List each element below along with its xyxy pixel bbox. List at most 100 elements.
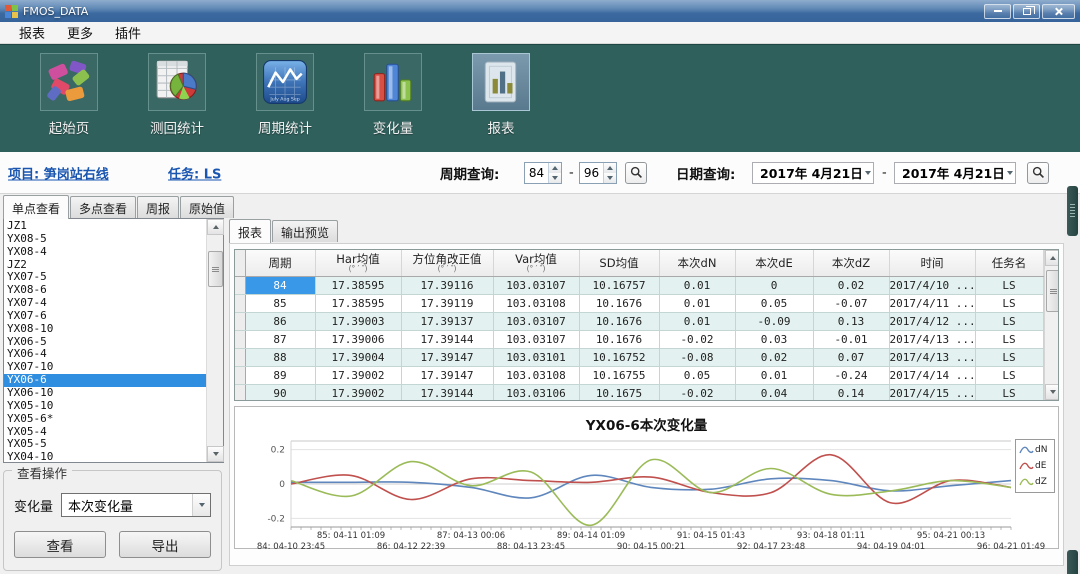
table-row[interactable]: 8617.3900317.39137103.0310710.16760.01-0…	[235, 312, 1043, 330]
toolbar-button-label: 报表	[468, 117, 534, 137]
svg-text:93: 04-18 01:11: 93: 04-18 01:11	[797, 531, 865, 541]
list-item[interactable]: YX04-10	[4, 451, 206, 462]
list-item[interactable]: YX07-6	[4, 310, 206, 323]
list-item[interactable]: YX07-4	[4, 297, 206, 310]
scroll-down-icon[interactable]	[1045, 384, 1060, 400]
cell: 2017/4/13 ...	[889, 330, 975, 348]
date-from-picker[interactable]: 2017年 4月21日	[752, 162, 874, 184]
project-link[interactable]: 项目: 笋岗站右线	[8, 163, 109, 182]
table-row[interactable]: 8917.3900217.39147103.0310810.167550.050…	[235, 366, 1043, 384]
variation-combo[interactable]: 本次变化量	[61, 493, 211, 517]
list-item[interactable]: YX08-4	[4, 246, 206, 259]
chevron-down-icon[interactable]	[192, 494, 210, 516]
table-row[interactable]: 8517.3859517.39119103.0310810.16760.010.…	[235, 294, 1043, 312]
tab-left-0[interactable]: 单点查看	[3, 195, 69, 219]
tab-left-2[interactable]: 周报	[137, 196, 179, 218]
cell: 103.03108	[493, 294, 579, 312]
toolbar-button-variation[interactable]: 变化量	[360, 53, 426, 137]
toolbar-button-cycle-stats[interactable]: July Aug Sep周期统计	[252, 53, 318, 137]
column-header-6[interactable]: 本次dE	[735, 250, 813, 276]
table-row[interactable]: 8717.3900617.39144103.0310710.1676-0.020…	[235, 330, 1043, 348]
scroll-down-icon[interactable]	[207, 446, 224, 462]
close-button[interactable]	[1042, 4, 1075, 19]
list-item[interactable]: YX05-10	[4, 400, 206, 413]
cell: 17.39002	[315, 366, 401, 384]
spin-up-icon[interactable]	[549, 163, 561, 173]
legend-line-icon	[1019, 445, 1034, 455]
column-header-8[interactable]: 时间	[889, 250, 975, 276]
list-item[interactable]: YX08-10	[4, 323, 206, 336]
cell: 0.14	[813, 384, 889, 401]
splitter-handle-bottom[interactable]	[1067, 550, 1078, 574]
cell: -0.02	[659, 330, 735, 348]
table-row[interactable]: 8817.3900417.39147103.0310110.16752-0.08…	[235, 348, 1043, 366]
spin-up-icon[interactable]	[604, 163, 616, 173]
menu-item-2[interactable]: 插件	[104, 21, 152, 44]
cell: 17.38595	[315, 294, 401, 312]
table-scrollbar[interactable]	[1044, 250, 1059, 400]
cell: 10.16752	[579, 348, 659, 366]
cycle-search-button[interactable]	[625, 162, 647, 184]
menu-item-1[interactable]: 更多	[56, 21, 104, 44]
task-link[interactable]: 任务: LS	[168, 163, 221, 182]
column-header-0[interactable]: 周期	[245, 250, 315, 276]
export-button[interactable]: 导出	[119, 531, 211, 558]
cell: 0.01	[659, 312, 735, 330]
menu-item-0[interactable]: 报表	[8, 21, 56, 44]
date-search-button[interactable]	[1027, 162, 1049, 184]
list-item[interactable]: YX05-6*	[4, 413, 206, 426]
tab-right-0[interactable]: 报表	[229, 219, 271, 243]
svg-text:89: 04-14 01:09: 89: 04-14 01:09	[557, 531, 625, 541]
column-header-1[interactable]: Har均值(° ′ ″)	[315, 250, 401, 276]
date-to-picker[interactable]: 2017年 4月21日	[894, 162, 1016, 184]
start-page-icon	[40, 53, 98, 111]
toolbar-button-round-stats[interactable]: 测回统计	[144, 53, 210, 137]
column-header-3[interactable]: Var均值(° ′ ″)	[493, 250, 579, 276]
panel-splitter-handle[interactable]	[1067, 186, 1078, 236]
table-corner-cell	[235, 250, 245, 276]
spin-down-icon[interactable]	[549, 173, 561, 183]
report-icon	[472, 53, 530, 111]
left-panel: 单点查看多点查看周报原始值 JZ1YX08-5YX08-4JZ2YX07-5YX…	[0, 194, 226, 574]
tab-right-1[interactable]: 输出预览	[272, 220, 338, 242]
table-row[interactable]: 8417.3859517.39116103.0310710.167570.010…	[235, 276, 1043, 294]
spin-down-icon[interactable]	[604, 173, 616, 183]
list-item[interactable]: JZ1	[4, 220, 206, 233]
list-scrollbar[interactable]	[206, 219, 223, 462]
scroll-up-icon[interactable]	[207, 219, 224, 235]
column-header-7[interactable]: 本次dZ	[813, 250, 889, 276]
cell: -0.09	[735, 312, 813, 330]
table-row[interactable]: 9017.3900217.39144103.0310610.1675-0.020…	[235, 384, 1043, 401]
cycle-from-spinner[interactable]: 84	[524, 162, 562, 184]
chevron-down-icon[interactable]	[1005, 163, 1015, 183]
column-header-2[interactable]: 方位角改正值(° ′ ″)	[401, 250, 493, 276]
cell: LS	[975, 276, 1043, 294]
chevron-down-icon[interactable]	[863, 163, 873, 183]
toolbar: 起始页测回统计 July Aug Sep周期统计变化量报表	[0, 44, 1080, 152]
cycle-to-value[interactable]: 96	[580, 163, 603, 183]
toolbar-button-report[interactable]: 报表	[468, 53, 534, 137]
column-header-5[interactable]: 本次dN	[659, 250, 735, 276]
cell: 2017/4/12 ...	[889, 312, 975, 330]
legend-entry-dE: dE	[1019, 458, 1054, 474]
list-item[interactable]: YX06-10	[4, 387, 206, 400]
view-button[interactable]: 查看	[14, 531, 106, 558]
toolbar-button-start-page[interactable]: 起始页	[36, 53, 102, 137]
minimize-button[interactable]	[984, 4, 1011, 19]
scrollbar-thumb[interactable]	[208, 251, 223, 287]
column-header-4[interactable]: SD均值	[579, 250, 659, 276]
cycle-from-value[interactable]: 84	[525, 163, 548, 183]
scroll-up-icon[interactable]	[1045, 250, 1060, 266]
cycle-to-spinner[interactable]: 96	[579, 162, 617, 184]
row-header-cell	[235, 366, 245, 384]
restore-button[interactable]	[1013, 4, 1040, 19]
cell: 88	[245, 348, 315, 366]
cell: 0.01	[735, 366, 813, 384]
legend-line-icon	[1019, 477, 1034, 487]
cell: LS	[975, 294, 1043, 312]
column-header-9[interactable]: 任务名	[975, 250, 1043, 276]
cell: 17.39147	[401, 348, 493, 366]
list-item[interactable]: YX08-5	[4, 233, 206, 246]
scrollbar-thumb[interactable]	[1046, 270, 1060, 312]
tab-left-1[interactable]: 多点查看	[70, 196, 136, 218]
